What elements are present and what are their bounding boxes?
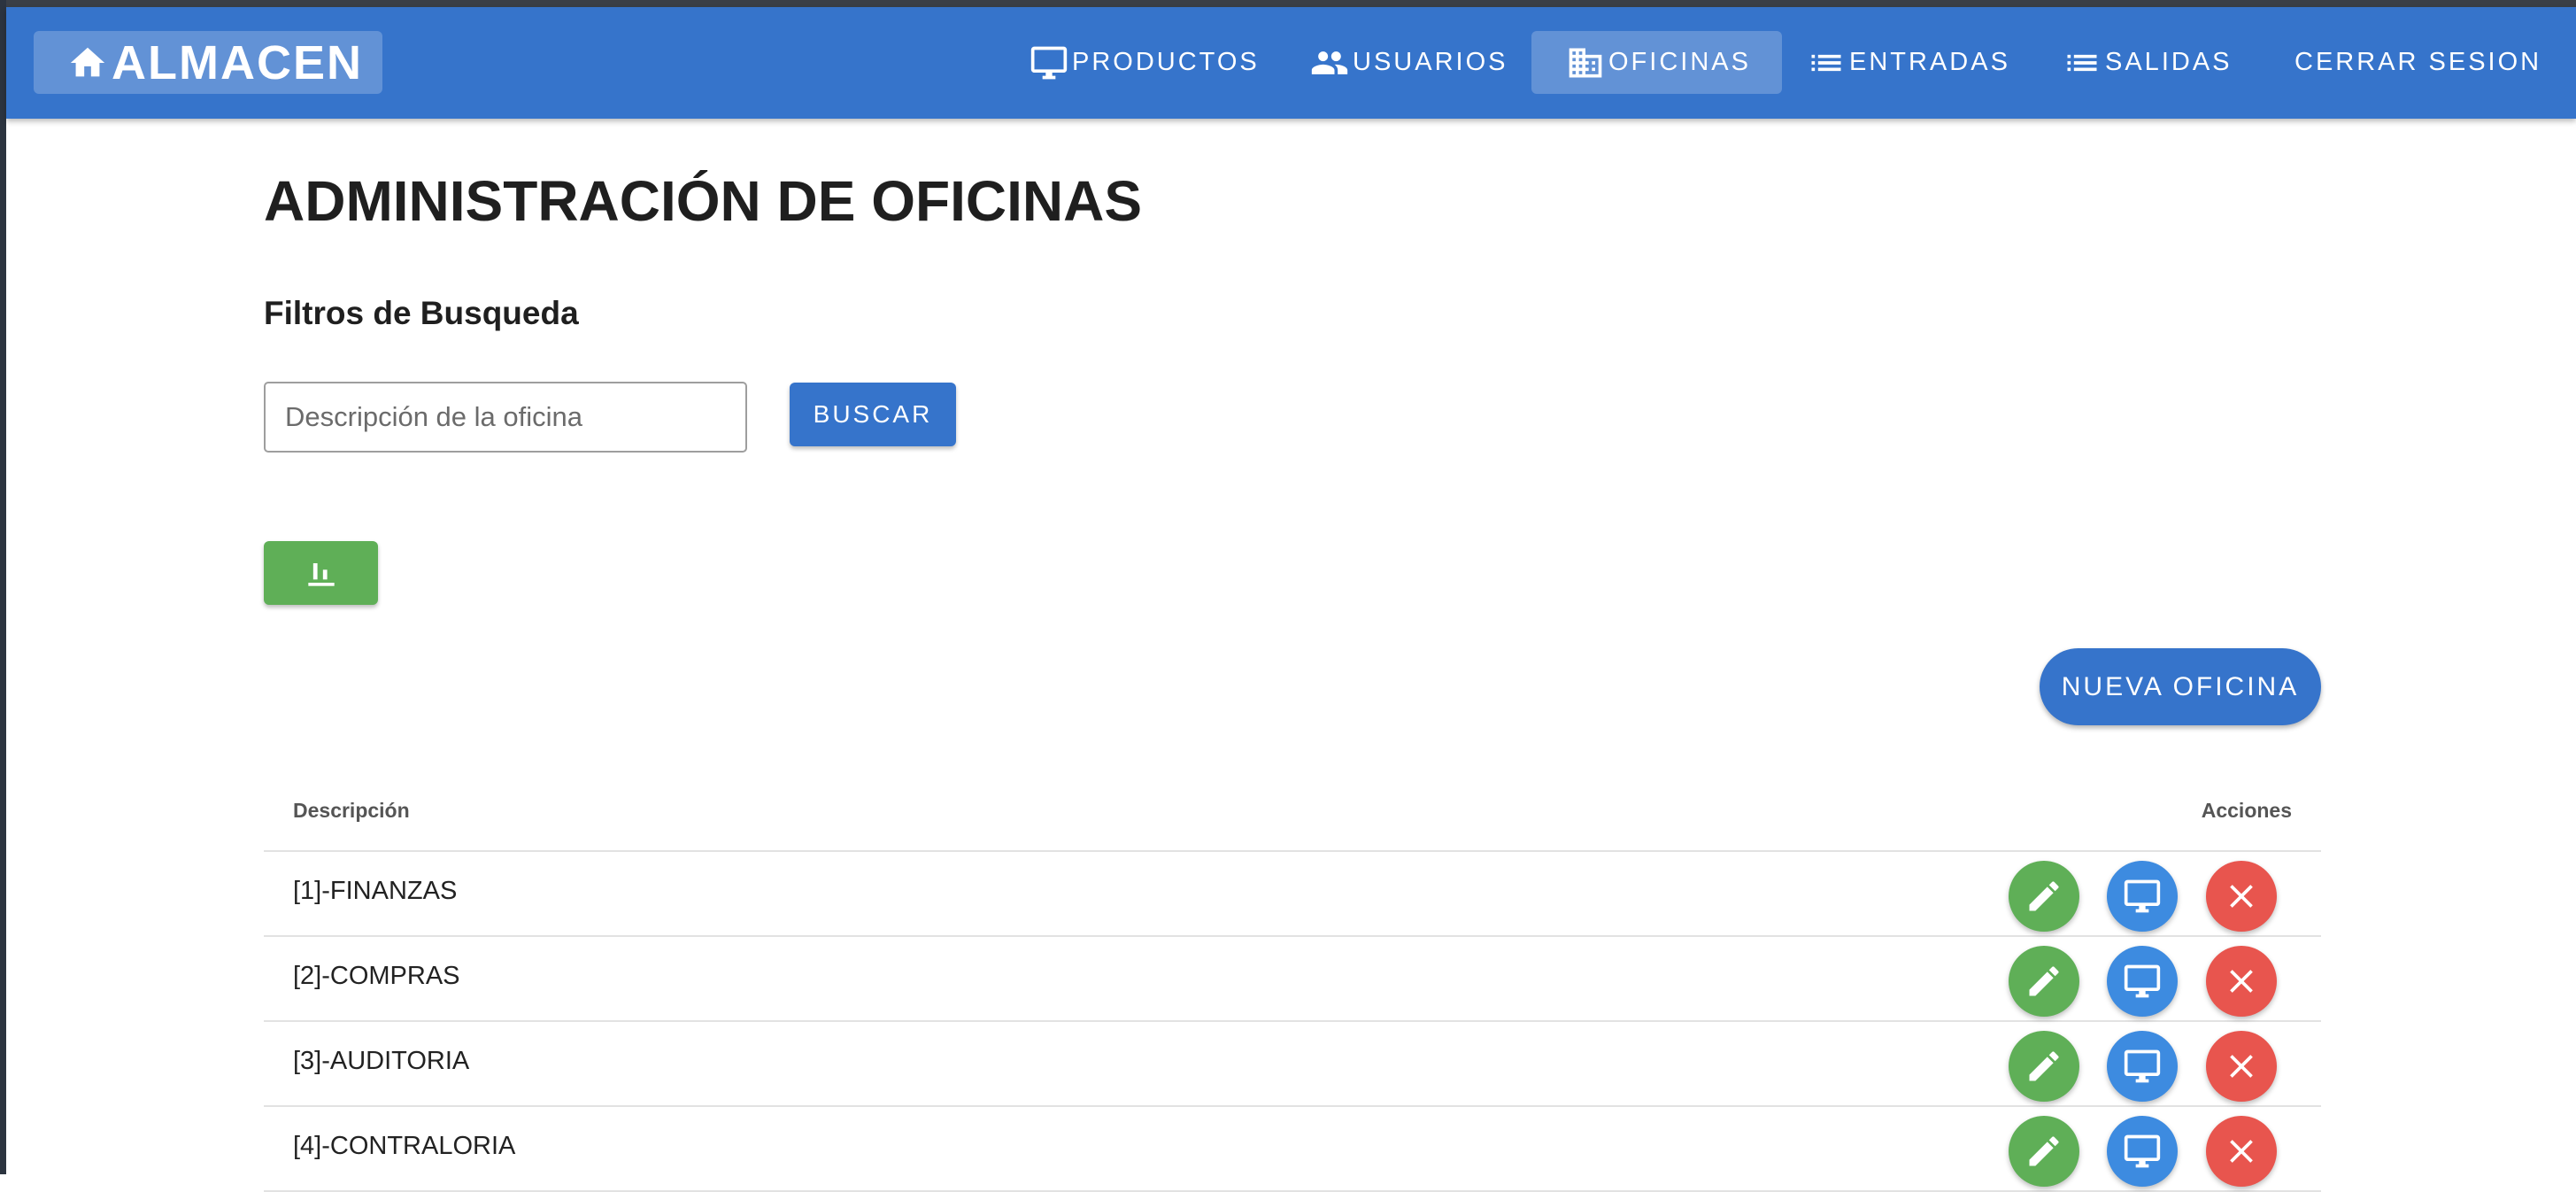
row-description: [2]-COMPRAS xyxy=(293,962,460,990)
table-row: [4]-CONTRALORIA xyxy=(264,1107,2321,1192)
nav-usuarios[interactable]: USUARIOS xyxy=(1310,31,1508,94)
edit-icon xyxy=(2029,966,2059,996)
nav-salidas-label: SALIDAS xyxy=(2105,48,2233,76)
table-header: Descripción Acciones xyxy=(264,779,2321,852)
nav-oficinas[interactable]: OFICINAS xyxy=(1531,31,1782,94)
edit-button[interactable] xyxy=(2009,946,2079,1017)
close-icon xyxy=(2230,1055,2253,1078)
edit-button[interactable] xyxy=(2009,861,2079,932)
window-frame-top xyxy=(0,0,2576,7)
nav-entradas-label: ENTRADAS xyxy=(1849,48,2010,76)
nav-entradas[interactable]: ENTRADAS xyxy=(1807,31,2010,94)
row-description: [4]-CONTRALORIA xyxy=(293,1132,516,1160)
monitor-icon xyxy=(2124,1049,2161,1083)
table-row: [1]-FINANZAS xyxy=(264,852,2321,937)
filters-title: Filtros de Busqueda xyxy=(264,295,579,331)
delete-button[interactable] xyxy=(2206,946,2277,1017)
window-frame-left xyxy=(0,0,6,1174)
nav-salidas[interactable]: SALIDAS xyxy=(2063,31,2233,94)
monitor-icon xyxy=(2124,964,2161,998)
brand-title: ALMACEN xyxy=(112,35,363,89)
search-input[interactable] xyxy=(264,382,747,453)
list-icon xyxy=(2067,54,2097,71)
view-button[interactable] xyxy=(2107,1116,2178,1187)
edit-icon xyxy=(2029,1051,2059,1081)
nav-oficinas-label: OFICINAS xyxy=(1608,48,1751,76)
table-body: [1]-FINANZAS [2]-COMPRAS [3]-AUDITORIA [… xyxy=(264,852,2321,1192)
nav-usuarios-label: USUARIOS xyxy=(1353,48,1508,76)
nav-productos[interactable]: PRODUCTOS xyxy=(1030,31,1260,94)
delete-button[interactable] xyxy=(2206,1031,2277,1102)
column-header-actions: Acciones xyxy=(2201,799,2292,822)
list-icon xyxy=(1811,54,1841,71)
bar-chart-icon xyxy=(307,563,335,586)
edit-icon xyxy=(2029,1136,2059,1166)
nav-cerrar-sesion-label: CERRAR SESION xyxy=(2294,48,2542,76)
view-button[interactable] xyxy=(2107,946,2178,1017)
delete-button[interactable] xyxy=(2206,1116,2277,1187)
brand-home-link[interactable]: ALMACEN xyxy=(34,31,382,94)
close-icon xyxy=(2230,1140,2253,1163)
new-office-button[interactable]: NUEVA OFICINA xyxy=(2040,648,2321,725)
table-row: [2]-COMPRAS xyxy=(264,937,2321,1022)
search-button[interactable]: BUSCAR xyxy=(790,383,956,446)
users-icon xyxy=(1311,50,1348,74)
building-icon xyxy=(1569,48,1602,77)
monitor-icon xyxy=(2124,879,2161,913)
close-icon xyxy=(2230,885,2253,908)
close-icon xyxy=(2230,970,2253,993)
row-description: [3]-AUDITORIA xyxy=(293,1047,470,1075)
monitor-icon xyxy=(2124,1134,2161,1168)
table-row: [3]-AUDITORIA xyxy=(264,1022,2321,1107)
home-icon xyxy=(70,47,105,76)
view-button[interactable] xyxy=(2107,1031,2178,1102)
delete-button[interactable] xyxy=(2206,861,2277,932)
edit-icon xyxy=(2029,881,2059,911)
monitor-icon xyxy=(1030,46,1068,79)
nav-cerrar-sesion[interactable]: CERRAR SESION xyxy=(2294,31,2541,94)
nav-productos-label: PRODUCTOS xyxy=(1072,48,1260,76)
column-header-description: Descripción xyxy=(293,799,410,822)
chart-button[interactable] xyxy=(264,541,378,605)
view-button[interactable] xyxy=(2107,861,2178,932)
page-title: ADMINISTRACIÓN DE OFICINAS xyxy=(264,169,1142,233)
edit-button[interactable] xyxy=(2009,1116,2079,1187)
row-description: [1]-FINANZAS xyxy=(293,877,458,905)
app-bar: ALMACEN PRODUCTOS USUARIOS OFICINAS ENTR… xyxy=(6,7,2576,119)
edit-button[interactable] xyxy=(2009,1031,2079,1102)
